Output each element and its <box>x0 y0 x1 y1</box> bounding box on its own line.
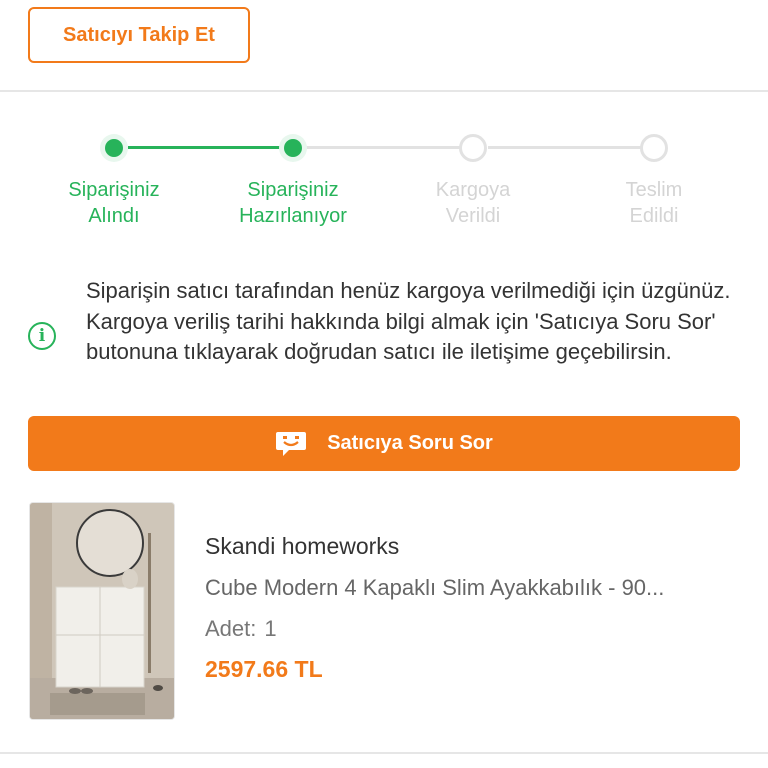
step-dot-shipped <box>459 134 487 162</box>
product-price: 2597.66 TL <box>205 656 323 682</box>
follow-seller-button[interactable]: Satıcıyı Takip Et <box>28 7 250 63</box>
quantity-value: 1 <box>264 616 277 641</box>
order-status-stepper: Siparişiniz Alındı Siparişiniz Hazırlanı… <box>0 125 768 240</box>
ask-seller-label: Satıcıya Soru Sor <box>327 432 493 454</box>
info-message: Siparişin satıcı tarafından henüz kargoy… <box>86 278 731 364</box>
step-connector-1 <box>128 146 280 149</box>
quantity: Adet: 1 <box>205 616 285 642</box>
step-label-preparing: Siparişiniz Hazırlanıyor <box>239 179 347 227</box>
divider <box>0 90 768 92</box>
step-label-delivered: Teslim Edildi <box>625 179 683 227</box>
info-icon: i <box>28 322 56 350</box>
seller-name[interactable]: Skandi homeworks <box>205 533 399 560</box>
chat-bubble-icon <box>276 431 307 456</box>
step-dot-delivered <box>640 134 668 162</box>
step-label-received: Siparişiniz Alındı <box>68 179 160 227</box>
step-dot-preparing <box>279 134 307 162</box>
step-label-shipped: Kargoya Verildi <box>435 179 511 227</box>
divider-bottom <box>0 752 768 754</box>
quantity-label: Adet: <box>205 616 257 641</box>
step-connector-2 <box>306 146 460 149</box>
product-title[interactable]: Cube Modern 4 Kapaklı Slim Ayakkabılık -… <box>205 575 740 601</box>
step-connector-3 <box>488 146 642 149</box>
step-dot-received <box>100 134 128 162</box>
shoe-cabinet-photo <box>30 503 174 719</box>
ask-seller-button[interactable]: Satıcıya Soru Sor <box>28 416 740 471</box>
product-image[interactable] <box>29 502 175 720</box>
